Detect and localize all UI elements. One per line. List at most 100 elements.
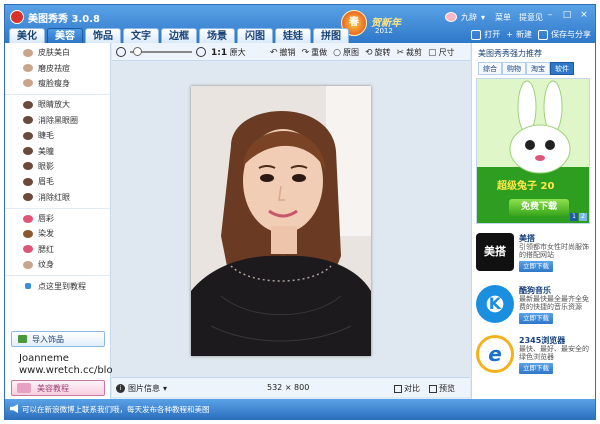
zoom-in-icon[interactable] bbox=[196, 47, 206, 57]
tab-wenzi[interactable]: 文字 bbox=[123, 28, 159, 44]
zoom-out-icon[interactable] bbox=[116, 47, 126, 57]
bottom-notice[interactable]: 可以在新浪微博上联系我们哦，每天发布各种教程和美图 bbox=[22, 404, 210, 415]
window-controls: – □ × bbox=[543, 9, 591, 21]
tab-meihua[interactable]: 美化 bbox=[9, 28, 45, 44]
rec-download-button[interactable]: 立即下载 bbox=[519, 363, 553, 374]
menu-item-tutorial-link[interactable]: 点这里到教程 bbox=[5, 278, 110, 293]
menu-item-eye-enlarge[interactable]: 眼睛放大 bbox=[5, 97, 110, 112]
close-button[interactable]: × bbox=[577, 9, 591, 21]
undo-button[interactable]: ↶ 撤销 bbox=[270, 47, 296, 58]
new-button[interactable]: + 新建 bbox=[506, 29, 532, 40]
menu-item-blush[interactable]: 腮红 bbox=[5, 242, 110, 257]
save-share-button[interactable]: 保存与分享 bbox=[538, 29, 591, 40]
main-tabs: 美化 美容 饰品 文字 边框 场景 闪图 娃娃 拼图 bbox=[9, 28, 349, 44]
folder-icon bbox=[471, 29, 482, 40]
hair-icon bbox=[23, 229, 33, 238]
tab-shopping[interactable]: 购物 bbox=[502, 62, 526, 75]
zoom-slider[interactable] bbox=[130, 47, 192, 56]
tab-taobao[interactable]: 淘宝 bbox=[526, 62, 550, 75]
tab-shantu[interactable]: 闪图 bbox=[237, 28, 273, 44]
user-name[interactable]: 九辞 bbox=[461, 12, 477, 23]
ad-page-1[interactable]: 1 bbox=[570, 213, 578, 221]
eye-icon bbox=[23, 100, 33, 109]
menu-item-skin-whitening[interactable]: 皮肤美白 bbox=[5, 45, 110, 60]
chevron-down-icon: ▾ bbox=[163, 384, 168, 393]
menu-item-label: 磨皮祛痘 bbox=[38, 63, 70, 73]
menu-item-eyeshadow[interactable]: 眼影 bbox=[5, 159, 110, 174]
menu-item-label: 眼影 bbox=[38, 161, 54, 171]
maximize-button[interactable]: □ bbox=[560, 9, 574, 21]
crop-label: 裁剪 bbox=[406, 48, 423, 57]
portrait-photo[interactable] bbox=[191, 86, 371, 356]
menu-item-dark-circles[interactable]: 消除黑眼圈 bbox=[5, 113, 110, 128]
tutorial-icon bbox=[17, 383, 31, 393]
redo-icon: ↷ bbox=[301, 47, 310, 58]
menu-item-eyelash[interactable]: 睫毛 bbox=[5, 128, 110, 143]
recommend-title: 美图秀秀强力推荐 bbox=[478, 49, 542, 58]
rec-desc: 引领都市女性时尚服饰的搭配网站 bbox=[519, 243, 589, 259]
kugou-logo-icon[interactable]: K bbox=[476, 285, 514, 323]
minimize-button[interactable]: – bbox=[543, 9, 557, 21]
ie-browser-logo-icon[interactable]: e bbox=[476, 335, 514, 373]
beauty-tutorial-button[interactable]: 美容教程 bbox=[11, 380, 105, 396]
menu-item-red-eye[interactable]: 消除红眼 bbox=[5, 190, 110, 205]
photo-canvas bbox=[112, 62, 470, 377]
crop-button[interactable]: ✂ 裁剪 bbox=[397, 47, 423, 58]
file-actions: 打开 + 新建 保存与分享 bbox=[471, 29, 591, 40]
original-button[interactable]: ○ 原图 bbox=[333, 47, 359, 58]
tab-biankuang[interactable]: 边框 bbox=[161, 28, 197, 44]
user-area: 九辞 ▾ 菜单 提意见 bbox=[445, 10, 543, 24]
ad-page-2[interactable]: 2 bbox=[579, 213, 587, 221]
face-icon bbox=[23, 79, 33, 88]
open-button[interactable]: 打开 bbox=[471, 29, 500, 40]
tab-software[interactable]: 软件 bbox=[550, 62, 574, 75]
actual-size-button[interactable]: 1:1 原大 bbox=[211, 47, 246, 58]
menu-item-tattoo[interactable]: 纹身 bbox=[5, 257, 110, 272]
menu-item-lipstick[interactable]: 唇彩 bbox=[5, 211, 110, 226]
save-icon bbox=[538, 29, 548, 40]
meida-logo-icon[interactable]: 美搭 bbox=[476, 233, 514, 271]
image-info-button[interactable]: i 图片信息 ▾ bbox=[116, 383, 167, 394]
menu-item-label: 皮肤美白 bbox=[38, 48, 70, 58]
menu-item-label: 美瞳 bbox=[38, 146, 54, 156]
menu-item-eyebrow[interactable]: 眉毛 bbox=[5, 174, 110, 189]
resize-button[interactable]: ▢ 尺寸 bbox=[428, 47, 455, 58]
rec-download-button[interactable]: 立即下载 bbox=[519, 313, 553, 324]
rec-download-button[interactable]: 立即下载 bbox=[519, 261, 553, 272]
menu-item-contacts[interactable]: 美瞳 bbox=[5, 143, 110, 158]
user-dropdown-icon[interactable]: ▾ bbox=[481, 13, 485, 22]
menu-link[interactable]: 菜单 bbox=[495, 12, 511, 23]
zoom-slider-thumb[interactable] bbox=[133, 47, 142, 56]
app-logo-icon bbox=[10, 10, 24, 24]
import-icon bbox=[18, 335, 27, 343]
speaker-icon bbox=[10, 404, 18, 413]
tab-shipin[interactable]: 饰品 bbox=[85, 28, 121, 44]
menu-item-hair-dye[interactable]: 染发 bbox=[5, 226, 110, 241]
canvas-status-bar: i 图片信息 ▾ 532 × 800 对比 预览 bbox=[112, 377, 470, 397]
user-avatar-icon[interactable] bbox=[445, 12, 457, 22]
tab-general[interactable]: 综合 bbox=[478, 62, 502, 75]
rotate-button[interactable]: ⟲ 旋转 bbox=[365, 47, 391, 58]
compare-label: 对比 bbox=[404, 384, 420, 393]
tab-changjing[interactable]: 场景 bbox=[199, 28, 235, 44]
import-accessory-button[interactable]: 导入饰品 bbox=[11, 331, 105, 347]
menu-item-smooth-skin[interactable]: 磨皮祛痘 bbox=[5, 60, 110, 75]
tab-pintu[interactable]: 拼图 bbox=[313, 28, 349, 44]
pupil-icon bbox=[23, 147, 33, 156]
ad-pager: 1 2 bbox=[570, 213, 587, 221]
image-info-label: 图片信息 bbox=[128, 384, 160, 393]
tab-meirong[interactable]: 美容 bbox=[47, 28, 83, 44]
tab-wawa[interactable]: 娃娃 bbox=[275, 28, 311, 44]
preview-button[interactable]: 预览 bbox=[429, 383, 455, 394]
ad-download-button[interactable]: 免费下载 bbox=[509, 199, 569, 216]
newyear-year: 2012 bbox=[375, 27, 393, 35]
zoom-label: 原大 bbox=[229, 48, 246, 57]
redo-button[interactable]: ↷ 重做 bbox=[302, 47, 328, 58]
undo-icon: ↶ bbox=[270, 47, 278, 58]
blush-icon bbox=[23, 245, 33, 254]
ad-banner[interactable]: 超级兔子 20 免费下载 1 2 bbox=[476, 78, 590, 224]
edit-tools: ↶ 撤销 ↷ 重做 ○ 原图 ⟲ 旋转 ✂ 裁剪 ▢ 尺寸 bbox=[270, 47, 455, 58]
feedback-link[interactable]: 提意见 bbox=[519, 12, 543, 23]
compare-button[interactable]: 对比 bbox=[394, 383, 420, 394]
menu-item-slim[interactable]: 瘦脸瘦身 bbox=[5, 76, 110, 91]
